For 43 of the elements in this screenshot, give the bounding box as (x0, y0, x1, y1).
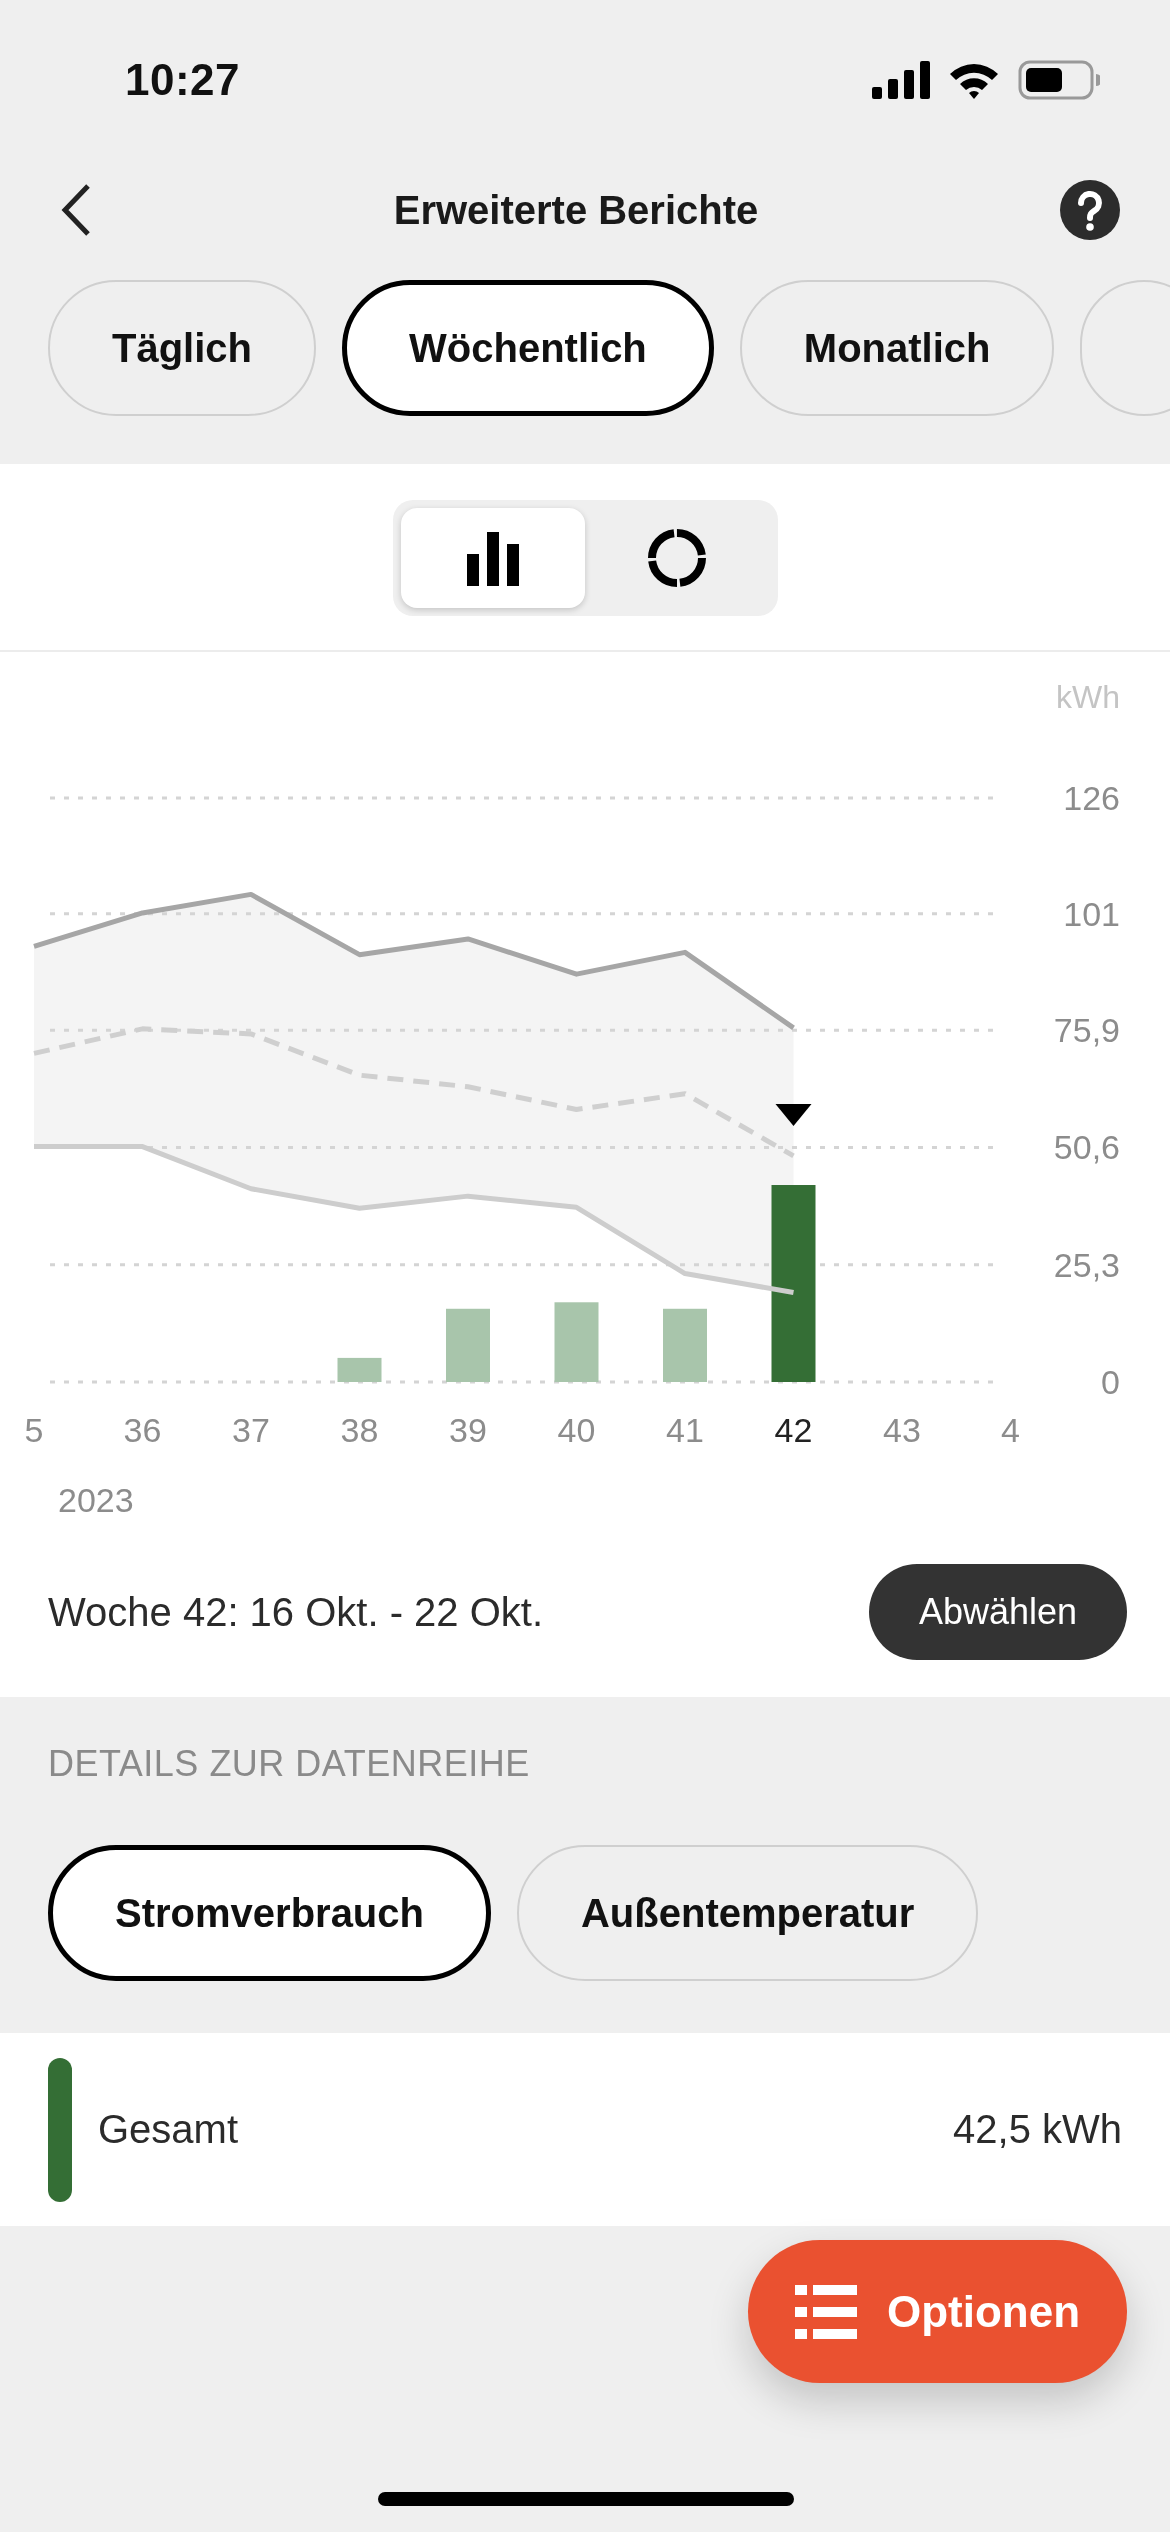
axis-tick-label: 40 (557, 1411, 596, 1449)
status-time: 10:27 (125, 55, 241, 105)
selection-label: Woche 42: 16 Okt. - 22 Okt. (48, 1589, 544, 1635)
axis-tick-label: 39 (449, 1411, 487, 1449)
bar[interactable] (337, 1357, 382, 1382)
axis-tick-label: 75,9 (1053, 1011, 1120, 1050)
battery-icon (1018, 60, 1100, 100)
axis-tick-label: 38 (340, 1411, 379, 1449)
series-tab[interactable]: Außentemperatur (517, 1845, 979, 1981)
axis-tick-label: 43 (883, 1411, 921, 1449)
marker-icon (775, 1104, 812, 1126)
axis-unit: kWh (1056, 679, 1120, 715)
signal-icon (872, 61, 930, 99)
bar-chart-icon (464, 530, 521, 586)
axis-title: 2023 (58, 1481, 134, 1519)
list-icon (794, 2284, 857, 2339)
axis-tick-label: 4 (1001, 1411, 1020, 1449)
axis-tick-label: 37 (232, 1411, 270, 1449)
axis-tick-label: 5 (24, 1411, 44, 1449)
section-heading: DETAILS ZUR DATENREIHE (47, 1742, 531, 1785)
period-tab[interactable]: Monatlich (739, 280, 1055, 416)
axis-tick-label: 126 (1063, 779, 1120, 817)
axis-tick-label: 50,6 (1053, 1128, 1120, 1167)
wifi-icon (948, 61, 1000, 99)
period-tab[interactable]: Täglich (48, 280, 317, 416)
axis-tick-label: 0 (1101, 1363, 1120, 1401)
back-icon[interactable] (60, 183, 92, 237)
axis-tick-label: 36 (123, 1411, 162, 1449)
axis-tick-label: 101 (1063, 894, 1120, 933)
series-label: Gesamt (98, 2107, 240, 2152)
axis-tick-label: 25,3 (1053, 1245, 1120, 1284)
axis-tick-label: 41 (666, 1411, 704, 1449)
series-tab[interactable]: Stromverbrauch (48, 1845, 491, 1981)
deselect-button[interactable]: Abwählen (868, 1564, 1127, 1660)
axis-tick-label: 42 (774, 1411, 813, 1449)
bar[interactable] (771, 1185, 816, 1382)
help-icon[interactable] (1060, 180, 1120, 240)
donut-chart-icon (647, 528, 708, 588)
period-tab[interactable]: Wöchentlich (342, 280, 714, 416)
series-value: 42,5 kWh (953, 2107, 1122, 2152)
page-title: Erweiterte Berichte (393, 187, 759, 233)
options-button[interactable]: Optionen (748, 2240, 1127, 2383)
view-toggle-option[interactable] (400, 508, 585, 608)
